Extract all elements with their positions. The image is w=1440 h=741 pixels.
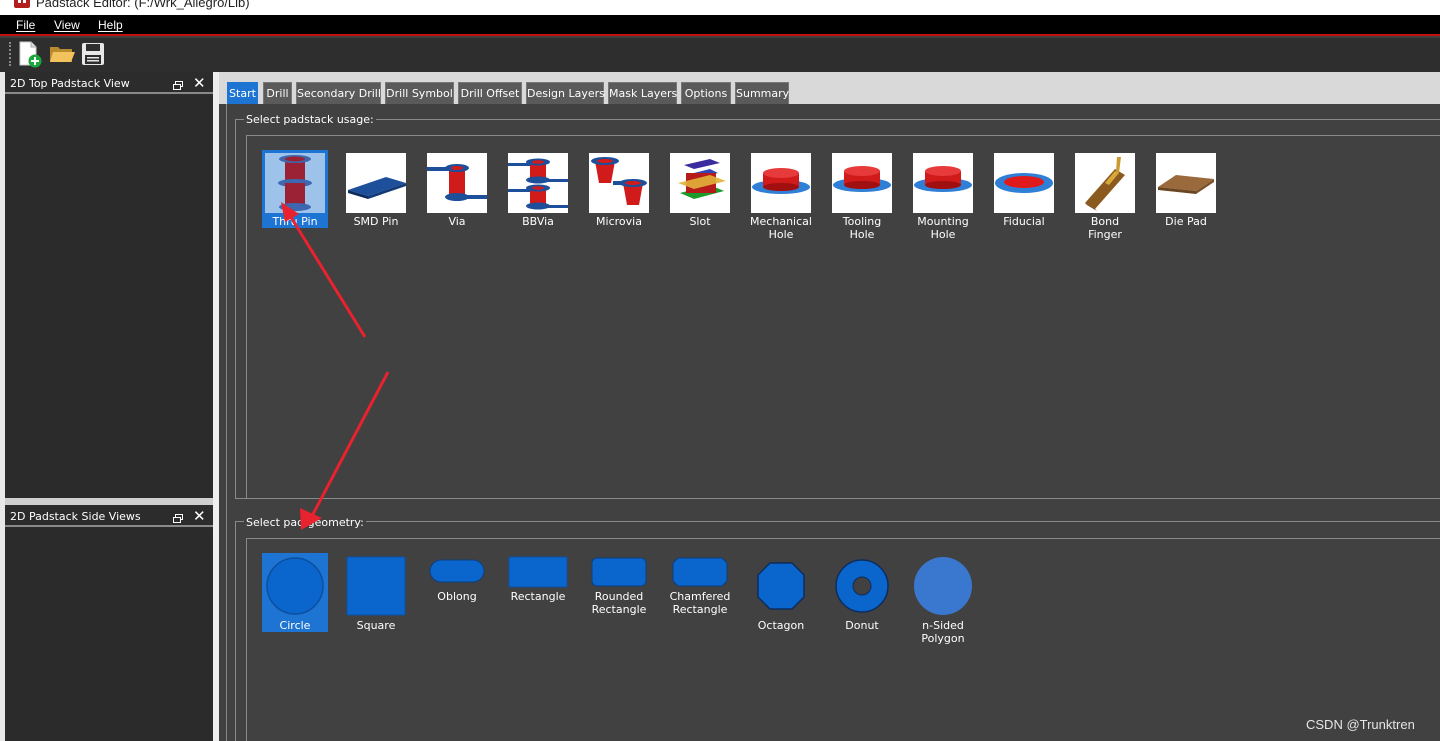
close-icon[interactable]: ✕: [193, 76, 206, 91]
square-shape-icon: [346, 556, 406, 616]
window-title-bar: Padstack Editor: (F:/Wrk_Allegro/Lib): [0, 0, 1440, 15]
tab-secondary-drill[interactable]: Secondary Drill: [296, 82, 381, 104]
side-views-panel: 2D Padstack Side Views ✕: [5, 505, 213, 741]
tab-drill[interactable]: Drill: [263, 82, 292, 104]
top-padstack-view-panel: 2D Top Padstack View ✕: [5, 72, 213, 498]
tab-summary[interactable]: Summary: [735, 82, 789, 104]
tab-start[interactable]: Start: [227, 82, 258, 104]
usage-label: Microvia: [596, 215, 642, 228]
mounting-hole-icon: [913, 153, 973, 213]
oblong-shape-icon: [427, 556, 487, 616]
usage-group-title: Select padstack usage:: [244, 113, 376, 126]
app-icon: [14, 0, 30, 8]
geometry-label: Rectangle: [510, 590, 566, 603]
group-frame-top: [235, 521, 1440, 522]
geometry-label: Oblong: [437, 590, 477, 603]
donut-shape-icon: [832, 556, 892, 616]
geometry-label: Circle: [279, 619, 311, 632]
save-icon[interactable]: [79, 40, 107, 68]
panel-splitter[interactable]: [5, 498, 213, 505]
usage-label: Slot: [689, 215, 711, 228]
usage-label: Bond Finger: [1088, 215, 1122, 241]
panel-title: 2D Padstack Side Views: [10, 510, 141, 523]
geometry-label: Rounded Rectangle: [591, 590, 647, 616]
watermark: CSDN @Trunktren: [1306, 717, 1415, 732]
new-padstack-icon[interactable]: [16, 40, 44, 68]
window-title: Padstack Editor: (F:/Wrk_Allegro/Lib): [36, 0, 250, 10]
group-frame-top: [235, 119, 1440, 120]
via-icon: [427, 153, 487, 213]
float-icon[interactable]: [173, 80, 183, 90]
panel-header: 2D Top Padstack View ✕: [5, 72, 213, 94]
circle-shape-icon: [265, 556, 325, 616]
slot-icon: [670, 153, 730, 213]
octagon-shape-icon: [751, 556, 811, 616]
n-sided-polygon-shape-icon: [913, 556, 973, 616]
close-icon[interactable]: ✕: [193, 509, 206, 524]
geometry-group-title: Select pad geometry:: [244, 516, 366, 529]
usage-label: Mechanical Hole: [750, 215, 812, 241]
tooling-hole-icon: [832, 153, 892, 213]
geometry-label: Octagon: [757, 619, 805, 632]
menu-file[interactable]: File: [16, 18, 35, 32]
usage-label: Fiducial: [1003, 215, 1045, 228]
mechanical-hole-icon: [751, 153, 811, 213]
open-folder-icon[interactable]: [48, 40, 76, 68]
group-frame-left: [235, 119, 236, 498]
usage-label: Via: [448, 215, 466, 228]
usage-item-thru-pin[interactable]: Thru Pin: [262, 150, 328, 228]
microvia-icon: [589, 153, 649, 213]
toolbar: [0, 38, 1440, 72]
rectangle-shape-icon: [508, 556, 568, 616]
main-area: Start Drill Secondary Drill Drill Symbol…: [219, 72, 1440, 741]
top-view-canvas[interactable]: [5, 96, 213, 498]
float-icon[interactable]: [173, 513, 183, 523]
geometry-label: Chamfered Rectangle: [669, 590, 731, 616]
tab-options[interactable]: Options: [681, 82, 731, 104]
usage-label: BBVia: [522, 215, 554, 228]
panel-header: 2D Padstack Side Views ✕: [5, 505, 213, 527]
usage-label: Die Pad: [1165, 215, 1207, 228]
geometry-label: Donut: [845, 619, 879, 632]
menu-view[interactable]: View: [54, 18, 80, 32]
bond-finger-icon: [1075, 153, 1135, 213]
die-pad-icon: [1156, 153, 1216, 213]
tab-mask-layers[interactable]: Mask Layers: [608, 82, 677, 104]
bbvia-icon: [508, 153, 568, 213]
panel-title: 2D Top Padstack View: [10, 77, 130, 90]
geometry-label: Square: [356, 619, 396, 632]
geometry-item-circle[interactable]: Circle: [262, 553, 328, 632]
menu-bar: File View Help: [0, 15, 1440, 36]
usage-label: Mounting Hole: [917, 215, 969, 241]
usage-label: SMD Pin: [353, 215, 399, 228]
side-views-canvas[interactable]: [5, 529, 213, 741]
group-frame-left: [235, 521, 236, 741]
fiducial-icon: [994, 153, 1054, 213]
tab-drill-symbol[interactable]: Drill Symbol: [385, 82, 454, 104]
geometry-label: n-Sided Polygon: [921, 619, 965, 645]
usage-label: Thru Pin: [272, 215, 318, 228]
tab-drill-offset[interactable]: Drill Offset: [458, 82, 522, 104]
thru-pin-icon: [265, 153, 325, 213]
tab-design-layers[interactable]: Design Layers: [526, 82, 605, 104]
smd-pin-icon: [346, 153, 406, 213]
usage-label: Tooling Hole: [842, 215, 882, 241]
toolbar-grip[interactable]: [9, 42, 11, 66]
menu-help[interactable]: Help: [98, 18, 123, 32]
